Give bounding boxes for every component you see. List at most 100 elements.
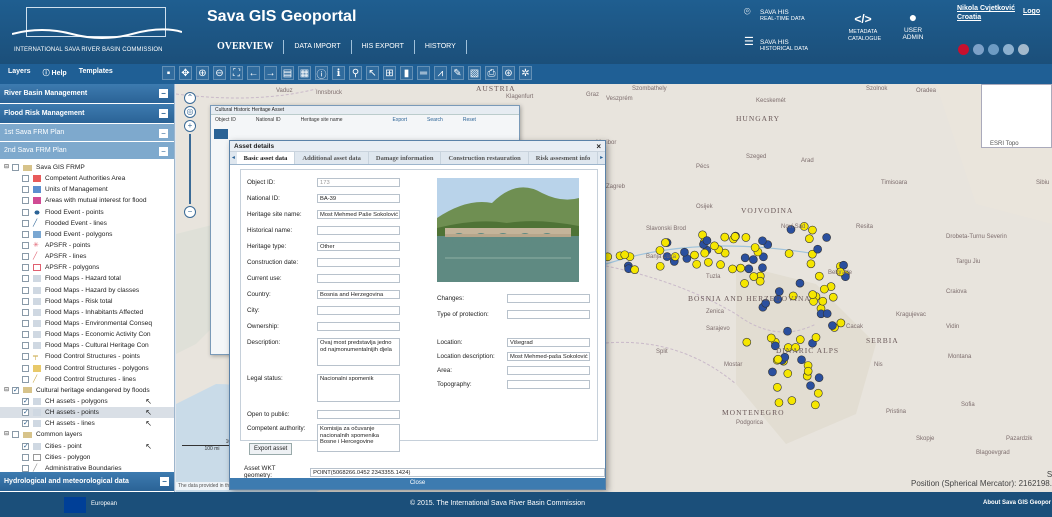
print-icon[interactable]: ⎙ xyxy=(485,66,498,80)
field-value[interactable] xyxy=(507,310,590,319)
collapse-icon[interactable]: − xyxy=(159,129,168,138)
section-flood-risk[interactable]: Flood Risk Management − xyxy=(0,104,174,124)
expand-icon[interactable]: ⊟ xyxy=(4,162,10,173)
asset-marker[interactable] xyxy=(749,255,758,264)
field-value[interactable] xyxy=(507,380,590,389)
asset-marker[interactable] xyxy=(630,265,639,274)
zoom-in-box-icon[interactable]: ⊕ xyxy=(196,66,209,80)
field-value[interactable]: BA-39 xyxy=(317,194,400,203)
pan-icon[interactable]: ✥ xyxy=(179,66,192,80)
asset-marker[interactable] xyxy=(742,337,752,347)
field-value[interactable] xyxy=(317,410,400,419)
layer-item[interactable]: Flood Maps - Hazard total xyxy=(0,273,174,284)
layer-item[interactable]: Flood Event - points xyxy=(0,207,174,218)
isrbc-logo[interactable]: INTERNATIONAL SAVA RIVER BASIN COMMISSIO… xyxy=(12,4,182,60)
asset-marker[interactable] xyxy=(702,236,712,245)
wkt-value[interactable]: POINT(5068266.0452 2343355.1424) xyxy=(310,467,605,477)
map-icon[interactable]: ▤ xyxy=(281,66,294,80)
asset-marker[interactable] xyxy=(783,326,792,336)
asset-marker[interactable] xyxy=(813,388,823,398)
close-icon[interactable]: × xyxy=(596,141,601,152)
layer-item[interactable]: CH assets - polygons ↖ xyxy=(0,396,174,407)
asset-marker[interactable] xyxy=(811,333,821,342)
tab-additional-asset-data[interactable]: Additional asset data xyxy=(295,152,369,164)
layer-checkbox[interactable] xyxy=(22,175,29,183)
asset-marker[interactable] xyxy=(787,396,797,405)
zoom-in-icon[interactable]: + xyxy=(184,120,196,132)
asset-marker[interactable] xyxy=(716,260,725,269)
layer-item[interactable]: Competent Authorities Area xyxy=(0,173,174,184)
asset-marker[interactable] xyxy=(803,366,813,376)
zoom-out-icon[interactable]: − xyxy=(184,206,196,218)
asset-marker[interactable] xyxy=(822,233,831,242)
asset-marker[interactable] xyxy=(768,367,777,377)
section-1st-frm[interactable]: 1st Sava FRM Plan − xyxy=(0,124,174,142)
field-value[interactable]: Nacionalni spomenik xyxy=(317,374,400,402)
search-icon[interactable]: ⚲ xyxy=(349,66,362,80)
field-value[interactable] xyxy=(317,274,400,283)
bg-reset-button[interactable]: Reset xyxy=(463,117,476,123)
layer-item[interactable]: Flood Maps - Economic Activity Con xyxy=(0,329,174,340)
layer-checkbox[interactable] xyxy=(22,264,29,272)
zoom-out-box-icon[interactable]: ⊖ xyxy=(213,66,226,80)
layer-checkbox[interactable] xyxy=(12,386,19,394)
layer-checkbox[interactable] xyxy=(22,253,29,261)
select-arrow-icon[interactable]: ↖ xyxy=(145,418,152,429)
asset-marker[interactable] xyxy=(740,279,749,288)
section-2nd-frm[interactable]: 2nd Sava FRM Plan − xyxy=(0,142,174,160)
layer-checkbox[interactable] xyxy=(22,420,29,428)
asset-marker[interactable] xyxy=(700,248,710,258)
layer-checkbox[interactable] xyxy=(22,442,29,450)
about-link[interactable]: About Sava GIS Geopor xyxy=(983,500,1051,506)
layer-checkbox[interactable] xyxy=(22,275,29,283)
layer-checkbox[interactable] xyxy=(22,464,29,472)
layer-checkbox[interactable] xyxy=(22,453,29,461)
field-value[interactable]: Bosnia and Herzegovina xyxy=(317,290,400,299)
asset-marker[interactable] xyxy=(784,249,794,258)
field-value[interactable]: Komisija za očuvanje nacionalnih spomeni… xyxy=(317,424,400,452)
field-value[interactable]: Most Mehmed Paše Sokolović xyxy=(317,210,400,219)
flag-hr-icon[interactable] xyxy=(988,44,999,55)
help-link[interactable]: ⓘ Help xyxy=(43,68,67,78)
layer-item[interactable]: Flood Maps - Hazard by classes xyxy=(0,285,174,296)
globe-icon[interactable]: ⊛ xyxy=(502,66,515,80)
asset-marker[interactable] xyxy=(806,259,816,269)
tab-construction-restauration[interactable]: Construction restauration xyxy=(441,152,529,164)
bg-dialog-button[interactable] xyxy=(214,129,228,139)
layer-checkbox[interactable] xyxy=(22,208,29,216)
layer-checkbox[interactable] xyxy=(22,353,29,361)
asset-marker[interactable] xyxy=(795,278,805,288)
his-historical-link[interactable]: ☰ SAVA HIS HISTORICAL DATA xyxy=(744,37,808,53)
measure-icon[interactable]: ▮ xyxy=(400,66,413,80)
asset-marker[interactable] xyxy=(813,244,822,254)
tab-prev-icon[interactable]: ◂ xyxy=(230,152,237,164)
layer-item[interactable]: Cities - polygon xyxy=(0,452,174,463)
field-value[interactable]: Ovaj most predstavlja jedno od najmonume… xyxy=(317,338,400,366)
field-value[interactable] xyxy=(317,322,400,331)
layer-item[interactable]: CH assets - points ↖ xyxy=(0,407,174,419)
layer-checkbox[interactable] xyxy=(22,409,29,417)
layer-checkbox[interactable] xyxy=(22,308,29,316)
asset-marker[interactable] xyxy=(814,373,824,383)
layer-item[interactable]: Flood Maps - Environmental Conseq xyxy=(0,318,174,329)
tab-next-icon[interactable]: ▸ xyxy=(598,152,605,164)
asset-marker[interactable] xyxy=(750,243,760,252)
tab-basic-asset-data[interactable]: Basic asset data xyxy=(236,152,296,164)
layer-checkbox[interactable] xyxy=(22,219,29,227)
flag-en-icon[interactable] xyxy=(958,44,969,55)
layer-checkbox[interactable] xyxy=(22,186,29,194)
layer-item[interactable]: Flood Maps - Risk total xyxy=(0,296,174,307)
layer-item[interactable]: Units of Management xyxy=(0,184,174,195)
asset-marker[interactable] xyxy=(806,381,815,390)
asset-marker[interactable] xyxy=(620,250,630,260)
tab-damage-information[interactable]: Damage information xyxy=(369,152,442,164)
dialog-titlebar[interactable]: Asset details × xyxy=(230,141,605,152)
grid-icon[interactable]: ▦ xyxy=(298,66,311,80)
field-value[interactable] xyxy=(317,258,400,267)
bg-search-button[interactable]: Search xyxy=(427,117,443,123)
layer-checkbox[interactable] xyxy=(22,297,29,305)
nav-history[interactable]: HISTORY xyxy=(415,40,467,54)
select-arrow-icon[interactable]: ↖ xyxy=(145,407,152,418)
select-icon[interactable]: ↖ xyxy=(366,66,379,80)
asset-marker[interactable] xyxy=(773,354,783,364)
